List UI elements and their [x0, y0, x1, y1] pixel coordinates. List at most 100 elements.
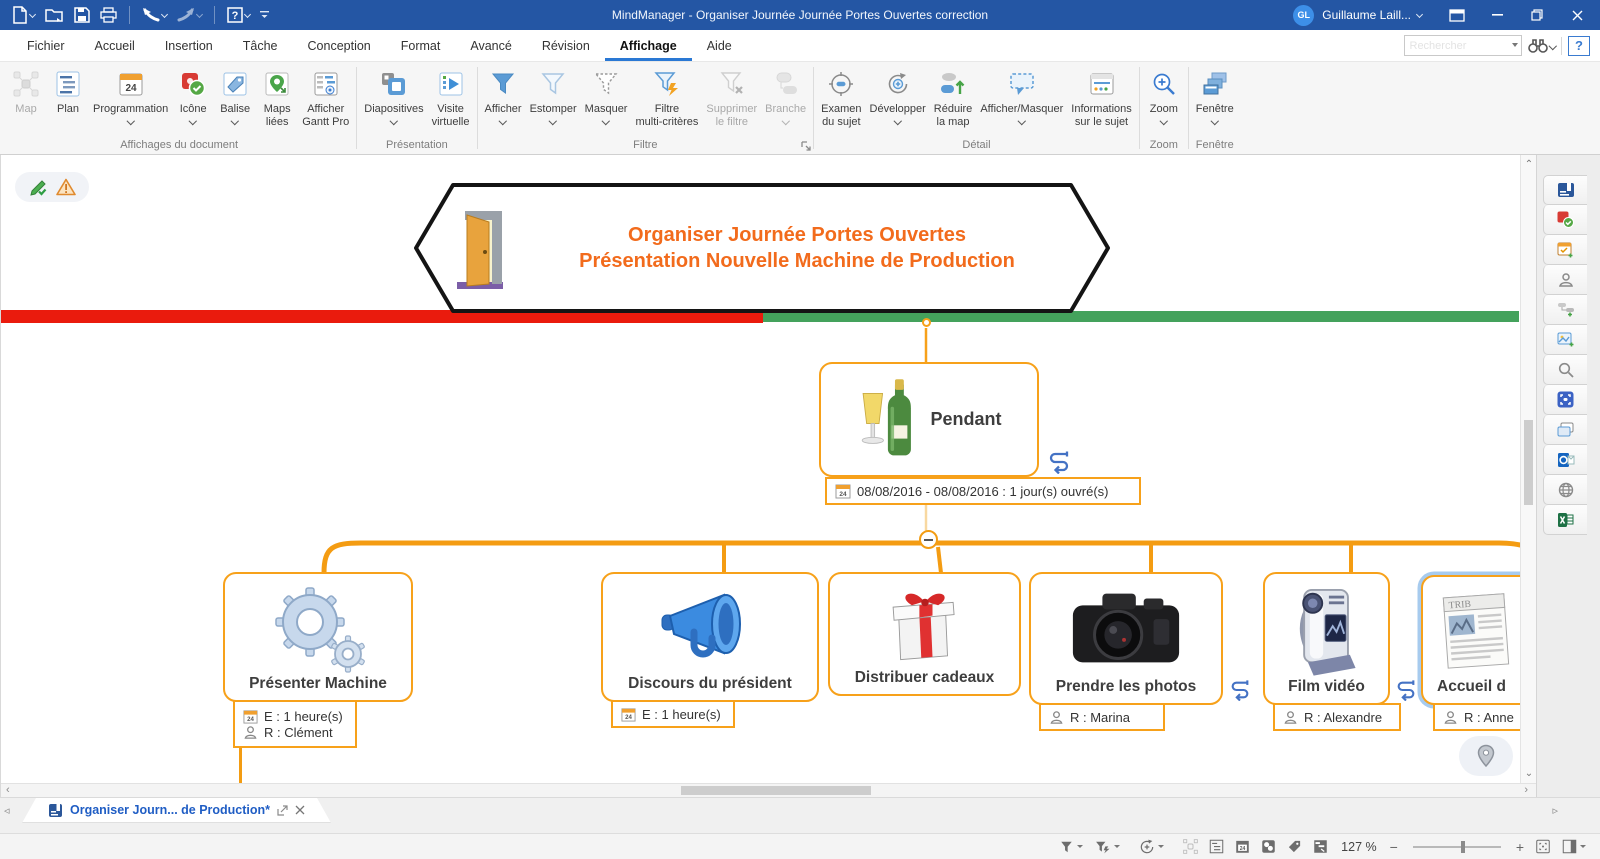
zoom-out-button[interactable]: − — [1390, 840, 1398, 854]
scroll-up-arrow[interactable]: ⌃ — [1521, 159, 1536, 170]
relationship-icon[interactable] — [1395, 679, 1417, 701]
collapse-branch-control[interactable] — [919, 530, 938, 549]
tab-aide[interactable]: Aide — [692, 30, 747, 61]
sidebar-tab-task-info[interactable] — [1543, 235, 1587, 265]
find-binoculars-button[interactable] — [1528, 38, 1556, 53]
filter-dialog-launcher[interactable] — [801, 141, 811, 151]
tab-affichage[interactable]: Affichage — [605, 30, 692, 61]
open-button[interactable] — [43, 5, 66, 25]
fit-map-button[interactable] — [1535, 839, 1551, 854]
popout-tab-icon[interactable] — [277, 805, 288, 816]
sidebar-tab-map-parts[interactable] — [1543, 295, 1587, 325]
sidebar-tab-icons[interactable] — [1543, 205, 1587, 235]
customize-qat-button[interactable] — [258, 8, 271, 22]
ribbon-button-developper[interactable]: Développer — [866, 65, 930, 124]
search-input[interactable] — [1404, 35, 1522, 56]
status-outline-view-button[interactable] — [1209, 839, 1224, 854]
new-document-button[interactable] — [10, 4, 37, 26]
status-schedule-view-button[interactable]: 24 — [1235, 839, 1250, 854]
status-icons-view-button[interactable] — [1261, 839, 1276, 854]
help-button[interactable]: ? — [225, 5, 252, 25]
ribbon-button-maps-liees[interactable]: Maps liées — [256, 65, 298, 129]
account-chevron-icon[interactable] — [1416, 10, 1423, 17]
tab-accueil[interactable]: Accueil — [80, 30, 150, 61]
undo-button[interactable] — [140, 5, 169, 25]
sidebar-tab-index[interactable] — [1543, 175, 1587, 205]
document-tab[interactable]: Organiser Journ... de Production* — [22, 798, 331, 823]
ribbon-button-afficher-gantt-pro[interactable]: Afficher Gantt Pro — [298, 65, 353, 129]
presenter-machine-callout[interactable]: 24 E : 1 heure(s) R : Clément — [233, 700, 357, 748]
tab-fichier[interactable]: Fichier — [12, 30, 80, 61]
topic-presenter-machine[interactable]: Présenter Machine — [223, 572, 413, 702]
ribbon-button-estomper[interactable]: Estomper — [526, 65, 581, 124]
edit-check-marker-icon[interactable] — [29, 178, 49, 196]
sidebar-tab-search[interactable] — [1543, 355, 1587, 385]
ribbon-button-afficher-masquer[interactable]: Afficher/Masquer — [976, 65, 1067, 124]
tab-avance[interactable]: Avancé — [455, 30, 526, 61]
film-callout[interactable]: R : Alexandre — [1273, 703, 1401, 731]
ribbon-button-masquer[interactable]: Masquer — [581, 65, 632, 124]
warning-marker-icon[interactable] — [56, 178, 76, 196]
topic-accueil-selected[interactable]: TRIB Accueil d — [1421, 575, 1536, 705]
ribbon-button-plan[interactable]: Plan — [47, 65, 89, 117]
ribbon-button-afficher-filtre[interactable]: Afficher — [481, 65, 526, 124]
sidebar-tab-outlook[interactable] — [1543, 445, 1587, 475]
tab-format[interactable]: Format — [386, 30, 456, 61]
sidebar-tab-resources[interactable] — [1543, 265, 1587, 295]
horizontal-scrollbar[interactable]: ‹ › — [1, 783, 1536, 797]
pendant-dates-callout[interactable]: 24 08/08/2016 - 08/08/2016 : 1 jour(s) o… — [825, 477, 1141, 505]
zoom-in-button[interactable]: + — [1516, 840, 1524, 854]
tab-scroll-left-arrow[interactable]: ◃ — [4, 804, 10, 817]
scroll-left-arrow[interactable]: ‹ — [6, 785, 10, 796]
save-button[interactable] — [72, 5, 92, 25]
sidebar-tab-excel[interactable] — [1543, 505, 1587, 535]
restore-button[interactable] — [1518, 2, 1556, 28]
horizontal-scroll-thumb[interactable] — [681, 786, 871, 795]
topic-film-video[interactable]: Film vidéo — [1263, 572, 1390, 705]
ribbon-button-icone[interactable]: Icône — [172, 65, 214, 124]
scroll-down-arrow[interactable]: ⌄ — [1521, 768, 1536, 779]
print-button[interactable] — [98, 5, 119, 25]
close-tab-icon[interactable] — [295, 805, 305, 815]
topic-discours-du-president[interactable]: Discours du président — [601, 572, 819, 702]
ribbon-button-informations-sur-le-sujet[interactable]: Informations sur le sujet — [1067, 65, 1136, 129]
ribbon-button-programmation[interactable]: 24 Programmation — [89, 65, 172, 124]
status-gantt-view-button[interactable] — [1313, 839, 1328, 854]
sidebar-tab-image-library[interactable] — [1543, 325, 1587, 355]
topic-pendant[interactable]: Pendant — [819, 362, 1039, 477]
minimize-button[interactable] — [1478, 2, 1516, 28]
relationship-icon[interactable] — [1047, 450, 1071, 474]
tab-insertion[interactable]: Insertion — [150, 30, 228, 61]
central-topic[interactable]: Organiser Journée Portes Ouvertes Présen… — [413, 182, 1111, 314]
help-question-button[interactable]: ? — [1568, 36, 1590, 56]
panel-layout-button[interactable] — [1562, 839, 1586, 854]
ribbon-button-reduire-la-map[interactable]: Réduire la map — [930, 65, 977, 129]
ribbon-button-diapositives[interactable]: Diapositives — [360, 65, 427, 124]
zoom-slider[interactable] — [1413, 846, 1501, 848]
account-name[interactable]: Guillaume Laill... — [1322, 8, 1411, 22]
zoom-slider-handle[interactable] — [1461, 841, 1465, 853]
status-refresh-add-button[interactable] — [1139, 839, 1164, 855]
photos-callout[interactable]: R : Marina — [1039, 703, 1165, 731]
ribbon-button-balise[interactable]: Balise — [214, 65, 256, 124]
tab-revision[interactable]: Révision — [527, 30, 605, 61]
discours-callout[interactable]: 24 E : 1 heure(s) — [611, 700, 735, 728]
avatar[interactable]: GL — [1293, 5, 1314, 26]
status-filter-button[interactable] — [1059, 840, 1083, 854]
ribbon-button-zoom[interactable]: Zoom — [1143, 65, 1185, 124]
map-canvas[interactable]: Organiser Journée Portes Ouvertes Présen… — [1, 155, 1536, 783]
search-dropdown-icon[interactable] — [1512, 43, 1518, 47]
topic-distribuer-cadeaux[interactable]: Distribuer cadeaux — [828, 572, 1021, 696]
ribbon-button-fenetre[interactable]: Fenêtre — [1192, 65, 1238, 124]
tab-conception[interactable]: Conception — [293, 30, 386, 61]
sidebar-tab-windows[interactable] — [1543, 415, 1587, 445]
vertical-scrollbar[interactable]: ⌃ ⌄ — [1520, 155, 1536, 783]
sidebar-tab-web[interactable] — [1543, 475, 1587, 505]
topic-prendre-les-photos[interactable]: Prendre les photos — [1029, 572, 1223, 705]
sidebar-tab-fit-map[interactable] — [1543, 385, 1587, 415]
status-tags-view-button[interactable] — [1287, 839, 1302, 854]
ribbon-button-visite-virtuelle[interactable]: Visite virtuelle — [428, 65, 474, 129]
status-power-filter-button[interactable] — [1094, 840, 1120, 854]
tab-tache[interactable]: Tâche — [228, 30, 293, 61]
redo-button[interactable] — [175, 5, 204, 25]
